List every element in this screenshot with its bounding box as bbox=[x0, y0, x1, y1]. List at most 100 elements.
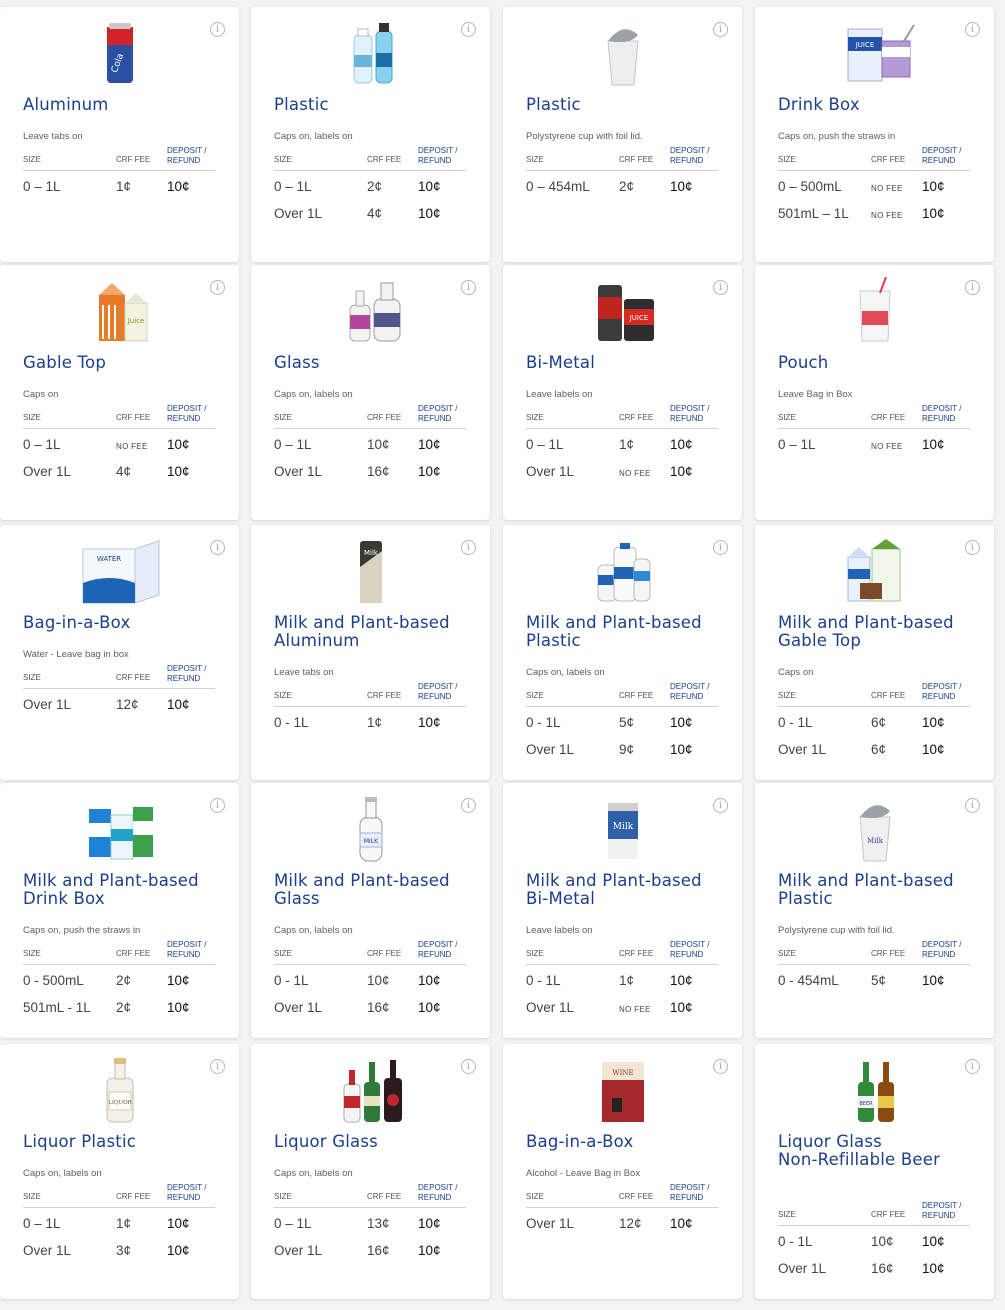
size-cell: Over 1L bbox=[526, 1000, 575, 1015]
glass-bottles-icon bbox=[316, 277, 426, 347]
material-card-milk-aluminum[interactable]: i Milk Milk and Plant-based Aluminum Leave t… bbox=[251, 525, 490, 780]
table-row: Over 1L 4¢ 10¢ bbox=[23, 464, 215, 484]
info-icon[interactable]: i bbox=[210, 1059, 225, 1074]
table-row: 0 - 1L 10¢ 10¢ bbox=[778, 1234, 970, 1254]
material-card-bag-in-box-water[interactable]: i WATER Bag-in-a-Box Water - Leave bag in b… bbox=[0, 525, 239, 780]
info-icon[interactable]: i bbox=[461, 798, 476, 813]
info-icon[interactable]: i bbox=[965, 22, 980, 37]
info-icon[interactable]: i bbox=[210, 22, 225, 37]
material-card-plastic[interactable]: i Plastic Caps on, labels on SIZE CRF FEE DEP… bbox=[251, 7, 490, 262]
table-row: 0 – 1L 2¢ 10¢ bbox=[274, 179, 466, 199]
header-deposit-line: DEPOSIT / bbox=[670, 404, 710, 413]
crf-fee-cell: 10¢ bbox=[367, 973, 390, 988]
size-cell: 0 – 1L bbox=[778, 437, 816, 452]
info-icon[interactable]: i bbox=[713, 22, 728, 37]
header-crf-fee: CRF FEE bbox=[116, 673, 151, 682]
svg-text:Milk: Milk bbox=[364, 549, 379, 557]
header-size: SIZE bbox=[23, 673, 41, 682]
table-header: SIZE CRF FEE DEPOSIT / REFUND bbox=[23, 663, 215, 689]
header-crf-fee: CRF FEE bbox=[619, 155, 654, 164]
info-icon[interactable]: i bbox=[965, 1059, 980, 1074]
crf-fee-cell: 6¢ bbox=[871, 715, 887, 730]
header-size: SIZE bbox=[23, 949, 41, 958]
table-header: SIZE CRF FEE DEPOSIT / REFUND bbox=[23, 145, 215, 171]
size-cell: 0 – 1L bbox=[23, 179, 61, 194]
crf-fee-cell: 1¢ bbox=[619, 437, 635, 452]
header-deposit-line: DEPOSIT / bbox=[418, 404, 458, 413]
table-header: SIZE CRF FEE DEPOSIT / REFUND bbox=[274, 681, 466, 707]
info-icon[interactable]: i bbox=[713, 280, 728, 295]
info-icon[interactable]: i bbox=[461, 1059, 476, 1074]
header-deposit-line: DEPOSIT / bbox=[922, 940, 962, 949]
info-icon[interactable]: i bbox=[210, 798, 225, 813]
material-card-non-refillable-beer[interactable]: i BEER Liquor Glass Non-Refillable Beer SIZE… bbox=[755, 1044, 994, 1299]
header-deposit-refund: DEPOSIT / REFUND bbox=[167, 404, 206, 423]
card-title-line: Liquor Glass bbox=[778, 1132, 882, 1151]
header-refund-line: REFUND bbox=[922, 949, 956, 959]
header-size: SIZE bbox=[526, 1192, 544, 1201]
material-card-pouch[interactable]: i Pouch Leave Bag in Box SIZE CRF FEE DEPOSIT… bbox=[755, 265, 994, 520]
material-card-milk-bi-metal[interactable]: i Milk Milk and Plant-based Bi-Metal Leave l… bbox=[503, 783, 742, 1038]
card-title: Milk and Plant-based Bi-Metal bbox=[526, 872, 731, 908]
wine-box-icon: WINE bbox=[568, 1056, 678, 1126]
header-crf-fee: CRF FEE bbox=[619, 413, 654, 422]
crf-fee-cell: NO FEE bbox=[871, 442, 903, 451]
material-card-aluminum[interactable]: i Cola Aluminum Leave tabs on SIZE CRF FEE DEP… bbox=[0, 7, 239, 262]
material-card-bag-in-box-alcohol[interactable]: i WINE Bag-in-a-Box Alcohol - Leave Bag in … bbox=[503, 1044, 742, 1299]
info-icon[interactable]: i bbox=[965, 280, 980, 295]
crf-fee-cell: 5¢ bbox=[619, 715, 635, 730]
info-icon[interactable]: i bbox=[210, 540, 225, 555]
info-icon[interactable]: i bbox=[713, 798, 728, 813]
material-card-milk-drink-box[interactable]: i Milk and Plant-based Drink Box Caps on, p… bbox=[0, 783, 239, 1038]
size-cell: 0 – 1L bbox=[23, 437, 61, 452]
info-icon[interactable]: i bbox=[965, 798, 980, 813]
deposit-cell: 10¢ bbox=[922, 715, 945, 730]
table-row: 0 – 1L 13¢ 10¢ bbox=[274, 1216, 466, 1236]
header-deposit-line: DEPOSIT / bbox=[418, 146, 458, 155]
liquor-plastic-bottle-icon: LIQUOR bbox=[65, 1056, 175, 1126]
card-title: Plastic bbox=[526, 96, 731, 114]
card-title-line: Pouch bbox=[778, 353, 829, 372]
material-card-bi-metal[interactable]: i JUICE Bi-Metal Leave labels on SIZE CRF FEE… bbox=[503, 265, 742, 520]
material-card-liquor-glass[interactable]: i Liquor Glass Caps on, labels on SIZE CRF F… bbox=[251, 1044, 490, 1299]
material-card-plastic-cup[interactable]: i Plastic Polystyrene cup with foil lid. SI… bbox=[503, 7, 742, 262]
material-card-milk-gable-top[interactable]: i Milk and Plant-based Gable Top Caps on SIZ… bbox=[755, 525, 994, 780]
header-deposit-refund: DEPOSIT / REFUND bbox=[167, 1183, 206, 1202]
card-title-line: Milk and Plant-based bbox=[23, 871, 199, 890]
info-icon[interactable]: i bbox=[461, 280, 476, 295]
header-deposit-line: DEPOSIT / bbox=[167, 664, 207, 673]
crf-fee-cell: 16¢ bbox=[367, 1000, 390, 1015]
material-card-glass[interactable]: i Glass Caps on, labels on SIZE CRF FEE DEPOS… bbox=[251, 265, 490, 520]
table-row: 0 – 1L 10¢ 10¢ bbox=[274, 437, 466, 457]
table-row: Over 1L 6¢ 10¢ bbox=[778, 742, 970, 762]
info-icon[interactable]: i bbox=[461, 22, 476, 37]
card-title-line: Glass bbox=[274, 353, 320, 372]
header-deposit-refund: DEPOSIT / REFUND bbox=[167, 664, 206, 683]
deposit-cell: 10¢ bbox=[670, 179, 693, 194]
info-icon[interactable]: i bbox=[713, 540, 728, 555]
svg-text:WATER: WATER bbox=[96, 555, 120, 563]
info-icon[interactable]: i bbox=[713, 1059, 728, 1074]
deposit-cell: 10¢ bbox=[670, 1000, 693, 1015]
header-deposit-line: DEPOSIT / bbox=[922, 1201, 962, 1210]
material-card-liquor-plastic[interactable]: i LIQUOR Liquor Plastic Caps on, labels on S… bbox=[0, 1044, 239, 1299]
card-title: Milk and Plant-based Aluminum bbox=[274, 614, 479, 650]
material-card-milk-plastic-cup[interactable]: i Milk Milk and Plant-based Plastic Polystyr… bbox=[755, 783, 994, 1038]
info-icon[interactable]: i bbox=[965, 540, 980, 555]
info-icon[interactable]: i bbox=[461, 540, 476, 555]
header-size: SIZE bbox=[778, 1210, 796, 1219]
card-subtitle: Polystyrene cup with foil lid. bbox=[778, 925, 895, 936]
size-cell: 0 - 454mL bbox=[778, 973, 839, 988]
card-title-line: Milk and Plant-based bbox=[526, 871, 702, 890]
table-row: 501mL - 1L 2¢ 10¢ bbox=[23, 1000, 215, 1020]
deposit-cell: 10¢ bbox=[670, 437, 693, 452]
material-card-milk-glass[interactable]: i MILK Milk and Plant-based Glass Caps on, l… bbox=[251, 783, 490, 1038]
card-title: Liquor Glass Non-Refillable Beer bbox=[778, 1133, 983, 1169]
material-card-gable-top[interactable]: i Juice Gable Top Caps on SIZE CRF FEE DEPOSIT… bbox=[0, 265, 239, 520]
table-header: SIZE CRF FEE DEPOSIT / REFUND bbox=[526, 1182, 718, 1208]
material-card-drink-box[interactable]: i JUICE Drink Box Caps on, push the straws … bbox=[755, 7, 994, 262]
material-card-milk-plastic[interactable]: i Milk and Plant-based Plastic Caps on, lab… bbox=[503, 525, 742, 780]
card-title-line: Milk and Plant-based bbox=[778, 871, 954, 890]
size-cell: 0 - 1L bbox=[778, 1234, 813, 1249]
info-icon[interactable]: i bbox=[210, 280, 225, 295]
